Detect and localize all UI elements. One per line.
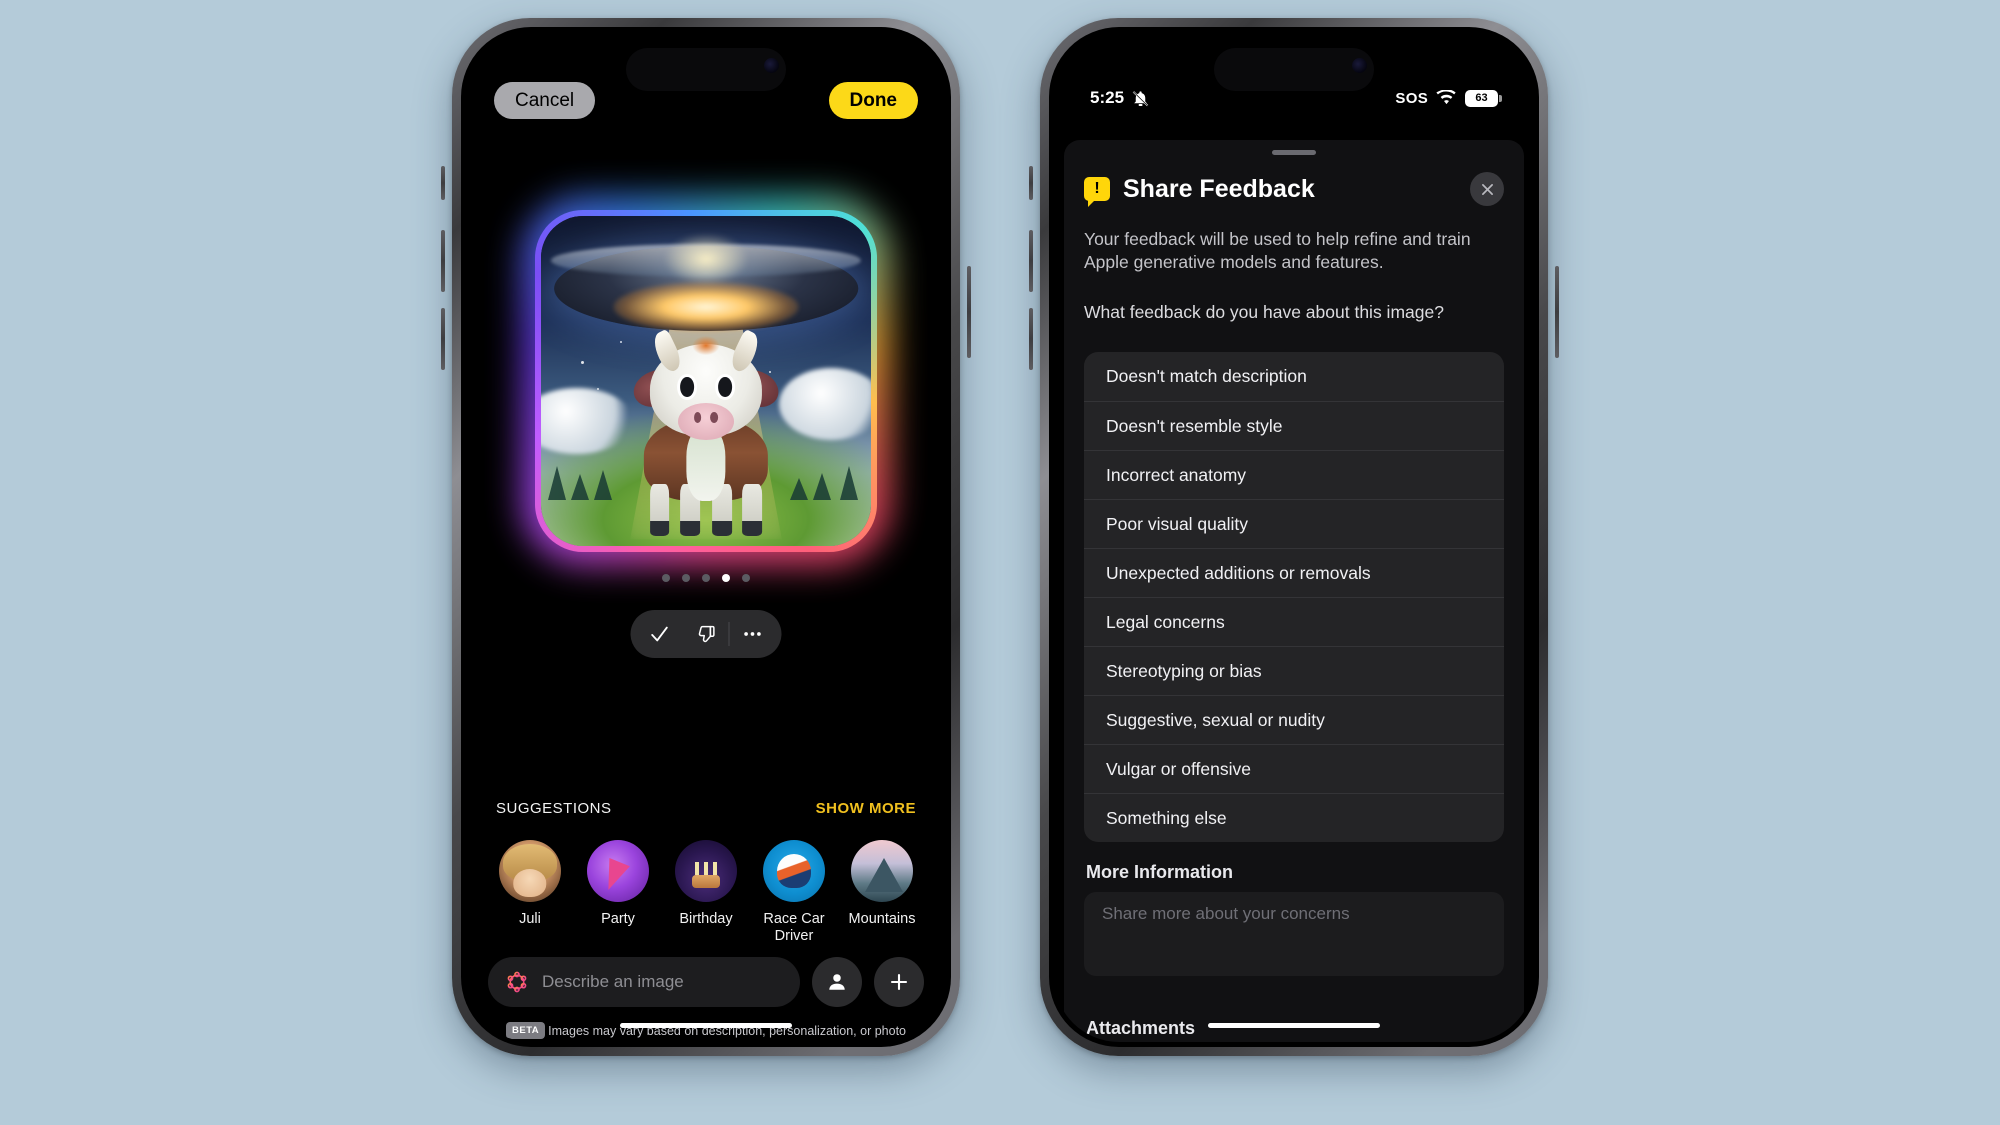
image-action-bar [630, 610, 782, 658]
volume-up-button[interactable] [441, 230, 445, 292]
status-bar: 5:25 SOS 63 [1054, 84, 1534, 112]
left-phone-device: Cancel Done SUGGESTIONS SHOW MORE Juli P… [441, 18, 971, 1056]
image-gradient-border [535, 210, 877, 552]
describe-image-input[interactable]: Describe an image [488, 957, 800, 1007]
status-bar-right: SOS 63 [1395, 89, 1502, 107]
front-camera-icon [764, 58, 779, 73]
page-dots[interactable] [662, 574, 750, 582]
page-dot[interactable] [742, 574, 750, 582]
front-camera-icon [1352, 58, 1367, 73]
attachments-label: Attachments [1086, 1018, 1196, 1038]
more-information-label: More Information [1086, 862, 1233, 882]
feedback-option[interactable]: Stereotyping or bias [1084, 646, 1504, 695]
page-dot[interactable] [662, 574, 670, 582]
suggestion-item-party[interactable]: Party [576, 840, 660, 944]
feedback-option[interactable]: Legal concerns [1084, 597, 1504, 646]
feedback-option[interactable]: Vulgar or offensive [1084, 744, 1504, 793]
page-dot-active[interactable] [722, 574, 730, 582]
status-time: 5:25 [1090, 88, 1125, 107]
check-icon[interactable] [637, 621, 683, 647]
right-phone-screen: 5:25 SOS 63 ! Share Feedback Your feedba… [1054, 32, 1534, 1042]
screenshot-canvas: Cancel Done SUGGESTIONS SHOW MORE Juli P… [0, 0, 2000, 1125]
right-phone-device: 5:25 SOS 63 ! Share Feedback Your feedba… [1029, 18, 1559, 1056]
status-bar-left: 5:25 [1090, 88, 1150, 108]
share-feedback-sheet: ! Share Feedback Your feedback will be u… [1064, 140, 1524, 1042]
image-playground-icon [507, 971, 527, 993]
suggestions-header: SUGGESTIONS SHOW MORE [496, 800, 916, 817]
more-icon[interactable] [730, 621, 776, 647]
volume-down-button[interactable] [441, 308, 445, 370]
mountain-icon[interactable] [851, 840, 913, 902]
page-dot[interactable] [682, 574, 690, 582]
suggestions-title: SUGGESTIONS [496, 800, 612, 817]
mute-switch[interactable] [1029, 166, 1033, 200]
power-button[interactable] [967, 266, 971, 358]
sheet-grabber[interactable] [1272, 150, 1316, 155]
more-information-placeholder: Share more about your concerns [1102, 904, 1350, 923]
suggestion-label: Race Car Driver [763, 911, 825, 944]
feedback-option[interactable]: Incorrect anatomy [1084, 450, 1504, 499]
composer-bar: Describe an image [488, 957, 924, 1007]
more-information-input[interactable]: Share more about your concerns [1084, 892, 1504, 976]
feedback-option[interactable]: Doesn't match description [1084, 352, 1504, 401]
describe-image-placeholder: Describe an image [542, 972, 684, 991]
bell-slash-icon [1132, 90, 1149, 106]
left-phone-screen: Cancel Done SUGGESTIONS SHOW MORE Juli P… [466, 32, 946, 1042]
suggestion-label: Juli [519, 911, 541, 927]
party-popper-icon[interactable] [587, 840, 649, 902]
suggestions-row: Juli Party Birthday Race Car Driver Moun… [488, 840, 924, 944]
feedback-options-list: Doesn't match description Doesn't resemb… [1084, 352, 1504, 842]
feedback-option[interactable]: Doesn't resemble style [1084, 401, 1504, 450]
image-cow [628, 318, 784, 537]
image-ufo-flare [663, 232, 749, 286]
suggestion-item-mountains[interactable]: Mountains [840, 840, 924, 944]
suggestion-label: Mountains [848, 911, 916, 927]
sos-indicator: SOS [1395, 89, 1428, 107]
suggestion-item-juli[interactable]: Juli [488, 840, 572, 944]
feedback-option[interactable]: Unexpected additions or removals [1084, 548, 1504, 597]
image-playground-topbar: Cancel Done [466, 77, 946, 123]
feedback-option[interactable]: Something else [1084, 793, 1504, 842]
suggestion-item-birthday[interactable]: Birthday [664, 840, 748, 944]
right-phone-body: 5:25 SOS 63 ! Share Feedback Your feedba… [1049, 27, 1539, 1047]
done-button[interactable]: Done [828, 81, 918, 119]
generated-image[interactable] [541, 216, 871, 546]
sheet-description: Your feedback will be used to help refin… [1084, 229, 1471, 273]
person-icon [829, 974, 845, 990]
add-button[interactable] [874, 957, 924, 1007]
close-icon[interactable] [1470, 172, 1504, 206]
birthday-cake-icon[interactable] [675, 840, 737, 902]
person-photo-icon[interactable] [499, 840, 561, 902]
person-button[interactable] [812, 957, 862, 1007]
plus-icon [890, 973, 908, 991]
sheet-question: What feedback do you have about this ima… [1084, 302, 1444, 322]
page-dot[interactable] [702, 574, 710, 582]
feedback-option[interactable]: Suggestive, sexual or nudity [1084, 695, 1504, 744]
thumbs-down-icon[interactable] [683, 621, 729, 647]
power-button[interactable] [1555, 266, 1559, 358]
show-more-button[interactable]: SHOW MORE [816, 800, 916, 817]
feedback-option[interactable]: Poor visual quality [1084, 499, 1504, 548]
sheet-header: ! Share Feedback [1084, 172, 1504, 207]
home-indicator[interactable] [620, 1023, 792, 1028]
volume-up-button[interactable] [1029, 230, 1033, 292]
sheet-title-group: ! Share Feedback [1084, 174, 1315, 207]
racing-helmet-icon[interactable] [763, 840, 825, 902]
wifi-icon [1436, 90, 1456, 105]
generated-image-card[interactable] [521, 196, 891, 566]
mute-switch[interactable] [441, 166, 445, 200]
suggestion-label: Birthday [679, 911, 733, 927]
suggestion-label: Party [601, 911, 635, 927]
feedback-bubble-icon: ! [1084, 177, 1110, 207]
sheet-title: Share Feedback [1123, 174, 1315, 203]
battery-indicator: 63 [1465, 89, 1502, 107]
suggestion-item-race-car-driver[interactable]: Race Car Driver [752, 840, 836, 944]
beta-badge: BETA [506, 1022, 546, 1040]
home-indicator[interactable] [1208, 1023, 1380, 1028]
left-phone-body: Cancel Done SUGGESTIONS SHOW MORE Juli P… [461, 27, 951, 1047]
cancel-button[interactable]: Cancel [494, 81, 596, 119]
volume-down-button[interactable] [1029, 308, 1033, 370]
